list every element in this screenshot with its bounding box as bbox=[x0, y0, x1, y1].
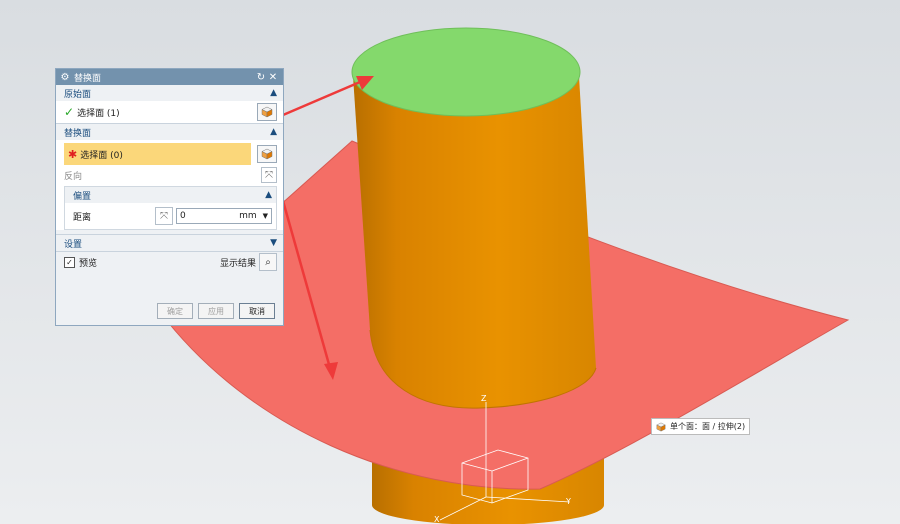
dialog-title: 替换面 bbox=[74, 73, 102, 84]
group-replacement-face-title: 替换面 bbox=[64, 128, 92, 139]
show-result-label: 显示结果 bbox=[219, 258, 256, 269]
face-cube-icon bbox=[261, 106, 273, 118]
face-cube-icon bbox=[261, 148, 273, 160]
tooltip-text: 单个面：面 / 拉伸(2) bbox=[670, 422, 746, 431]
face-cube-icon bbox=[656, 422, 666, 432]
offset-title: 偏置 bbox=[73, 191, 92, 202]
select-replacement-face-button[interactable] bbox=[257, 145, 277, 163]
reverse-direction-row: 反向 ⤧ bbox=[56, 166, 283, 184]
chevron-down-icon[interactable]: ▼ bbox=[270, 238, 277, 248]
replace-face-dialog: ⚙ 替换面 ↻ ✕ 原始面 ▲ ✓ 选择面 (1) 替换面 ▲ ✱ 选择面 (0… bbox=[55, 68, 284, 326]
preview-checkbox[interactable]: ✓ bbox=[64, 256, 75, 268]
replacement-face-select-label: 选择面 (0) bbox=[80, 150, 123, 161]
chevron-up-icon[interactable]: ▲ bbox=[270, 127, 277, 137]
original-face-select-label: 选择面 (1) bbox=[77, 108, 120, 119]
group-original-face-title: 原始面 bbox=[64, 89, 92, 100]
axis-y-label: Y bbox=[565, 497, 571, 506]
distance-input[interactable]: 0 mm ▼ bbox=[176, 208, 272, 224]
distance-row: 距离 ⤧ 0 mm ▼ bbox=[65, 203, 276, 229]
cancel-button[interactable]: 取消 bbox=[239, 303, 275, 319]
dialog-buttons: 确定 应用 取消 bbox=[157, 303, 275, 319]
preview-row: ✓ 预览 显示结果 ⌕ bbox=[56, 252, 283, 272]
select-face-button[interactable] bbox=[257, 103, 277, 121]
group-original-face-header[interactable]: 原始面 ▲ bbox=[56, 85, 283, 101]
magnifier-icon[interactable]: ⌕ bbox=[259, 253, 277, 271]
distance-unit: mm bbox=[239, 211, 257, 221]
offset-header[interactable]: 偏置 ▲ bbox=[65, 187, 276, 203]
distance-label: 距离 bbox=[73, 212, 92, 223]
axis-x-label: X bbox=[434, 515, 440, 524]
close-icon[interactable]: ✕ bbox=[267, 72, 279, 83]
top-face bbox=[351, 27, 581, 117]
axis-z-label: Z bbox=[481, 394, 487, 403]
required-star-icon: ✱ bbox=[68, 147, 78, 161]
reset-icon[interactable]: ↻ bbox=[255, 72, 267, 83]
ok-button[interactable]: 确定 bbox=[157, 303, 193, 319]
gear-icon: ⚙ bbox=[60, 71, 70, 83]
chevron-up-icon[interactable]: ▲ bbox=[270, 88, 277, 98]
offset-panel: 偏置 ▲ 距离 ⤧ 0 mm ▼ bbox=[64, 186, 277, 230]
group-replacement-face-header[interactable]: 替换面 ▲ bbox=[56, 124, 283, 140]
reverse-direction-label: 反向 bbox=[64, 171, 83, 182]
reverse-direction-icon[interactable]: ⤧ bbox=[261, 167, 277, 183]
distance-measure-icon[interactable]: ⤧ bbox=[155, 207, 173, 225]
group-settings-header[interactable]: 设置 ▼ bbox=[56, 235, 283, 251]
chevron-up-icon[interactable]: ▲ bbox=[265, 190, 272, 200]
cylinder-body bbox=[353, 76, 596, 409]
distance-value: 0 bbox=[180, 211, 186, 221]
original-face-select-row[interactable]: ✓ 选择面 (1) bbox=[56, 101, 283, 123]
replacement-face-select-row[interactable]: ✱ 选择面 (0) bbox=[64, 143, 251, 165]
face-tooltip: 单个面：面 / 拉伸(2) bbox=[651, 418, 751, 435]
group-settings-title: 设置 bbox=[64, 239, 83, 250]
checkmark-icon: ✓ bbox=[64, 105, 75, 119]
dropdown-arrow-icon[interactable]: ▼ bbox=[263, 212, 268, 220]
dialog-titlebar[interactable]: ⚙ 替换面 ↻ ✕ bbox=[56, 69, 283, 85]
preview-label: 预览 bbox=[79, 258, 98, 269]
apply-button[interactable]: 应用 bbox=[198, 303, 234, 319]
